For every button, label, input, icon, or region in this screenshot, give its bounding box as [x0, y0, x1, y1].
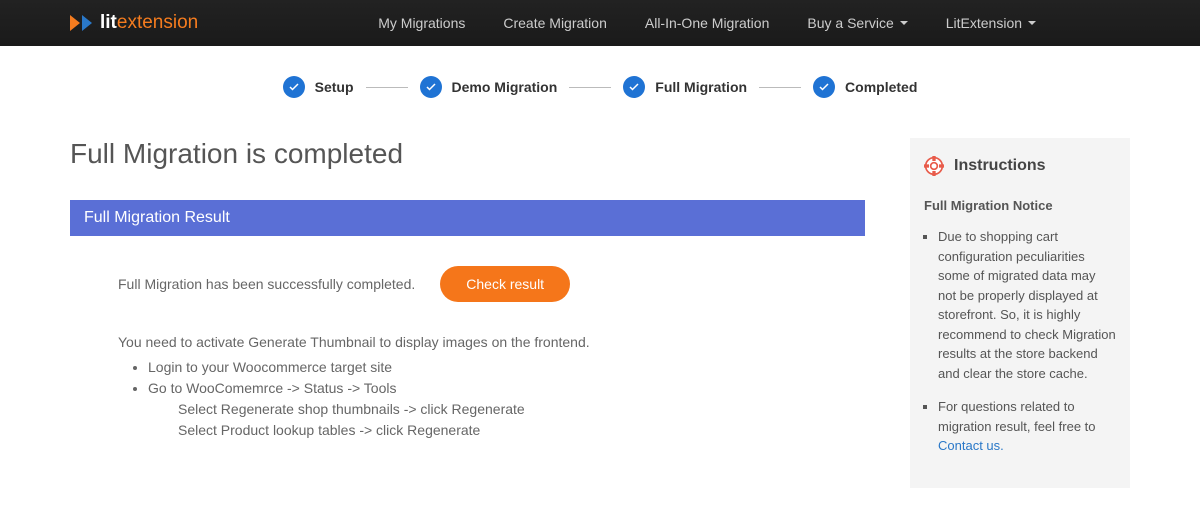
- instruction-subitem: Select Product lookup tables -> click Re…: [178, 420, 865, 441]
- step-setup: Setup: [283, 76, 354, 98]
- lifebuoy-icon: [924, 156, 944, 176]
- frontend-instructions: You need to activate Generate Thumbnail …: [70, 332, 865, 441]
- check-icon: [420, 76, 442, 98]
- step-divider: [759, 87, 801, 88]
- instruction-subitem: Select Regenerate shop thumbnails -> cli…: [178, 399, 865, 420]
- check-icon: [283, 76, 305, 98]
- nav-my-migrations[interactable]: My Migrations: [378, 15, 465, 31]
- step-completed: Completed: [813, 76, 917, 98]
- logo[interactable]: litextension: [70, 12, 198, 34]
- nav-litextension[interactable]: LitExtension: [946, 15, 1036, 31]
- sidebar-note: For questions related to migration resul…: [938, 397, 1116, 456]
- check-icon: [623, 76, 645, 98]
- result-panel-header: Full Migration Result: [70, 200, 865, 236]
- check-result-button[interactable]: Check result: [440, 266, 570, 302]
- instructions-sidebar: Instructions Full Migration Notice Due t…: [910, 138, 1130, 488]
- progress-steps: Setup Demo Migration Full Migration Comp…: [70, 76, 1130, 98]
- step-divider: [569, 87, 611, 88]
- success-message: Full Migration has been successfully com…: [118, 276, 415, 292]
- activate-note: You need to activate Generate Thumbnail …: [118, 332, 865, 353]
- instruction-item: Login to your Woocommerce target site: [148, 357, 865, 378]
- logo-text: litextension: [100, 12, 198, 34]
- chevron-down-icon: [1028, 21, 1036, 25]
- top-navbar: litextension My Migrations Create Migrat…: [0, 0, 1200, 46]
- nav-create-migration[interactable]: Create Migration: [503, 15, 607, 31]
- instruction-item: Go to WooComemrce -> Status -> Tools: [148, 378, 865, 399]
- step-demo: Demo Migration: [420, 76, 558, 98]
- sidebar-note: Due to shopping cart configuration pecul…: [938, 227, 1116, 383]
- chevron-down-icon: [900, 21, 908, 25]
- main-nav: My Migrations Create Migration All-In-On…: [378, 15, 1036, 31]
- sidebar-subheading: Full Migration Notice: [924, 198, 1116, 213]
- sidebar-heading: Instructions: [954, 157, 1046, 175]
- nav-buy-service[interactable]: Buy a Service: [807, 15, 907, 31]
- contact-us-link[interactable]: Contact us.: [938, 438, 1004, 453]
- step-full: Full Migration: [623, 76, 747, 98]
- nav-all-in-one[interactable]: All-In-One Migration: [645, 15, 770, 31]
- step-divider: [366, 87, 408, 88]
- logo-icon: [70, 13, 94, 33]
- page-title: Full Migration is completed: [70, 138, 865, 170]
- check-icon: [813, 76, 835, 98]
